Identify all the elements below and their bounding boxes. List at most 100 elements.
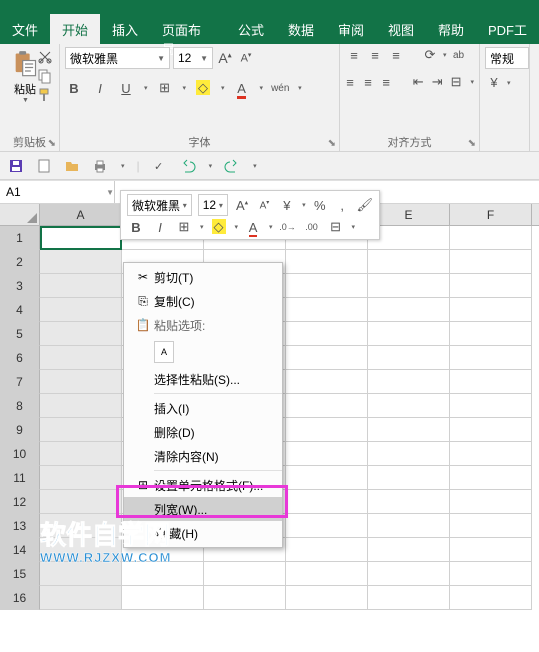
cell[interactable]: [368, 394, 450, 418]
cell[interactable]: [450, 418, 532, 442]
cell[interactable]: [450, 586, 532, 610]
align-right-icon[interactable]: ≡: [381, 75, 391, 90]
cell[interactable]: [450, 562, 532, 586]
cell[interactable]: [40, 394, 122, 418]
cell[interactable]: [40, 538, 122, 562]
font-launcher[interactable]: ⬊: [328, 138, 336, 149]
format-painter-icon[interactable]: [37, 87, 53, 103]
decrease-font-icon[interactable]: A▾: [237, 51, 255, 65]
row-header[interactable]: 9: [0, 418, 40, 442]
cell[interactable]: [286, 250, 368, 274]
cells[interactable]: [40, 226, 539, 610]
mini-merge[interactable]: ⊟: [327, 219, 345, 235]
row-header[interactable]: 2: [0, 250, 40, 274]
ctx-cut[interactable]: ✂剪切(T): [124, 265, 282, 289]
undo-icon[interactable]: [180, 158, 196, 174]
cell[interactable]: [286, 418, 368, 442]
tab-pagelayout[interactable]: 页面布局: [150, 14, 226, 44]
ctx-hide[interactable]: 隐 藏(H): [124, 521, 282, 545]
increase-indent-icon[interactable]: ⇥: [432, 74, 443, 90]
qat-dropdown[interactable]: ▾: [121, 162, 125, 170]
cell[interactable]: [40, 322, 122, 346]
ctx-copy[interactable]: ⎘复制(C): [124, 289, 282, 313]
tab-formulas[interactable]: 公式: [226, 14, 276, 44]
underline-button[interactable]: U: [117, 81, 135, 96]
number-format-combo[interactable]: 常规: [485, 47, 529, 69]
cell[interactable]: [368, 298, 450, 322]
row-header[interactable]: 5: [0, 322, 40, 346]
cell[interactable]: [286, 274, 368, 298]
mini-fill[interactable]: ◇: [210, 219, 228, 235]
cell[interactable]: [368, 442, 450, 466]
border-button[interactable]: ⊞: [156, 80, 174, 96]
cell[interactable]: [40, 490, 122, 514]
align-left-icon[interactable]: ≡: [345, 75, 355, 90]
mini-italic[interactable]: I: [151, 220, 169, 235]
ctx-clear[interactable]: 清除内容(N): [124, 444, 282, 468]
mini-comma[interactable]: ,: [334, 198, 350, 213]
cell[interactable]: [122, 586, 204, 610]
cell[interactable]: [122, 562, 204, 586]
decrease-indent-icon[interactable]: ⇤: [413, 74, 424, 90]
row-header[interactable]: 8: [0, 394, 40, 418]
italic-button[interactable]: I: [91, 81, 109, 96]
mini-increase-font[interactable]: A▴: [234, 198, 250, 213]
tab-insert[interactable]: 插入: [100, 14, 150, 44]
cell[interactable]: [368, 346, 450, 370]
tab-file[interactable]: 文件: [0, 14, 50, 44]
row-header[interactable]: 13: [0, 514, 40, 538]
cell[interactable]: [40, 466, 122, 490]
cell[interactable]: [368, 538, 450, 562]
ctx-column-width[interactable]: 列宽(W)...: [124, 497, 282, 521]
orientation-icon[interactable]: ⟳: [421, 47, 439, 63]
font-size-combo[interactable]: 12▼: [173, 47, 213, 69]
cell[interactable]: [40, 586, 122, 610]
cell[interactable]: [450, 274, 532, 298]
cell[interactable]: [368, 586, 450, 610]
cell[interactable]: [450, 394, 532, 418]
mini-size-combo[interactable]: 12▾: [198, 194, 228, 216]
row-header[interactable]: 14: [0, 538, 40, 562]
font-name-combo[interactable]: 微软雅黑▼: [65, 47, 170, 69]
currency-icon[interactable]: ¥: [485, 75, 503, 90]
col-header-f[interactable]: F: [450, 204, 532, 225]
tab-data[interactable]: 数据: [276, 14, 326, 44]
save-icon[interactable]: [8, 158, 24, 174]
ctx-format-cells[interactable]: ⊞设置单元格格式(F)...: [124, 473, 282, 497]
cell[interactable]: [286, 322, 368, 346]
cell[interactable]: [450, 298, 532, 322]
cell[interactable]: [368, 562, 450, 586]
mini-border[interactable]: ⊞: [175, 219, 193, 235]
cell[interactable]: [286, 442, 368, 466]
select-all-corner[interactable]: [0, 204, 40, 225]
cut-icon[interactable]: [37, 49, 53, 65]
cell[interactable]: [450, 514, 532, 538]
row-header[interactable]: 12: [0, 490, 40, 514]
align-middle-icon[interactable]: ≡: [366, 48, 384, 63]
cell[interactable]: [40, 346, 122, 370]
print-icon[interactable]: [92, 158, 108, 174]
clipboard-launcher[interactable]: ⬊: [48, 138, 56, 149]
cell[interactable]: [368, 250, 450, 274]
mini-percent[interactable]: %: [312, 198, 328, 213]
mini-fontcolor[interactable]: A: [244, 220, 262, 235]
align-bottom-icon[interactable]: ≡: [387, 48, 405, 63]
cell[interactable]: [368, 226, 450, 250]
mini-bold[interactable]: B: [127, 220, 145, 235]
cell[interactable]: [40, 298, 122, 322]
col-header-e[interactable]: E: [368, 204, 450, 225]
cell[interactable]: [286, 586, 368, 610]
cell[interactable]: [40, 514, 122, 538]
copy-icon[interactable]: [37, 68, 53, 84]
mini-font-combo[interactable]: 微软雅黑▾: [127, 194, 192, 216]
cell[interactable]: [368, 274, 450, 298]
cell[interactable]: [40, 370, 122, 394]
ctx-insert[interactable]: 插入(I): [124, 396, 282, 420]
cell[interactable]: [368, 418, 450, 442]
cell[interactable]: [40, 274, 122, 298]
cell[interactable]: [286, 370, 368, 394]
cell[interactable]: [286, 490, 368, 514]
cell[interactable]: [368, 370, 450, 394]
merge-icon[interactable]: ⊟: [451, 74, 462, 90]
name-box[interactable]: A1▼: [0, 181, 115, 203]
